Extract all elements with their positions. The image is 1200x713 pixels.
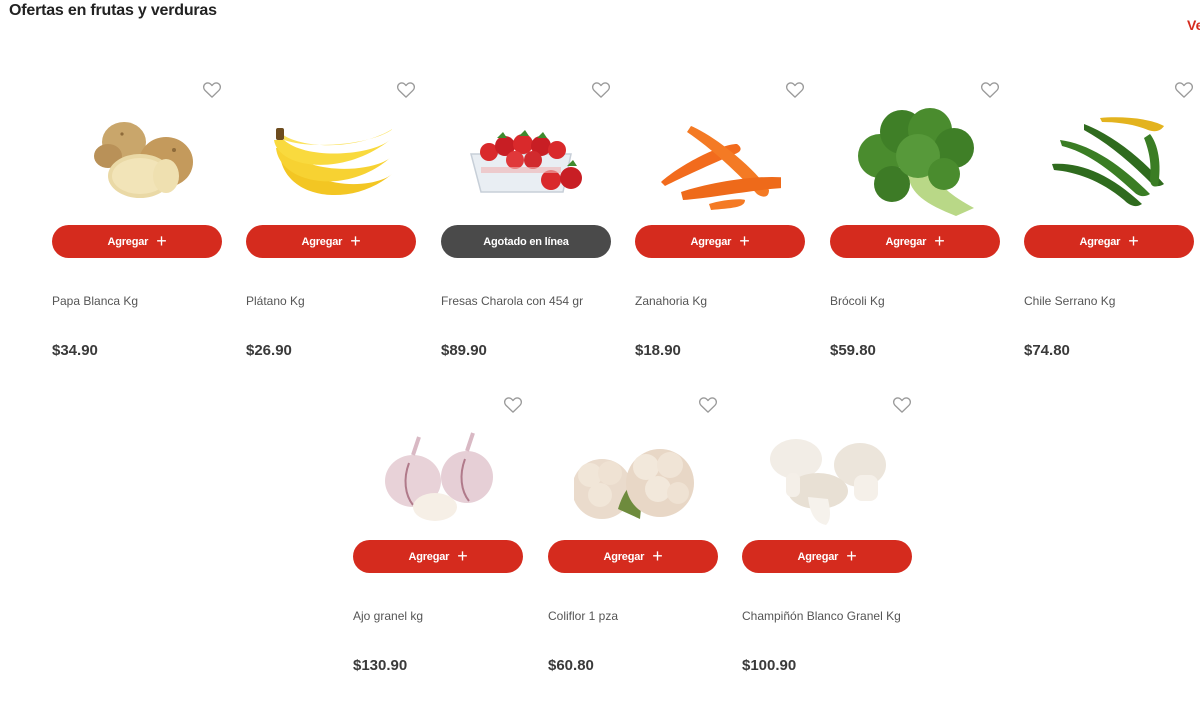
add-button-label: Agregar [797, 550, 839, 563]
heart-icon[interactable] [892, 395, 912, 415]
add-to-cart-button[interactable]: Agregar + [246, 225, 416, 258]
product-name[interactable]: Coliflor 1 pza [548, 609, 618, 623]
product-image-chili[interactable] [1050, 104, 1170, 219]
plus-icon: + [457, 545, 468, 566]
add-to-cart-button[interactable]: Agregar + [742, 540, 912, 573]
heart-icon[interactable] [698, 395, 718, 415]
product-image-cauliflower[interactable] [574, 419, 694, 534]
product-price: $130.90 [353, 657, 408, 674]
heart-icon[interactable] [503, 395, 523, 415]
product-price: $60.80 [548, 657, 594, 674]
heart-icon[interactable] [785, 80, 805, 100]
product-price: $100.90 [742, 657, 797, 674]
heart-icon[interactable] [396, 80, 416, 100]
product-image-mushroom[interactable] [768, 419, 888, 534]
product-card-potato[interactable]: Agregar + Papa Blanca Kg $34.90 [52, 80, 224, 380]
heart-icon[interactable] [980, 80, 1000, 100]
plus-icon: + [156, 230, 167, 251]
section-title: Ofertas en frutas y verduras [9, 2, 217, 19]
add-to-cart-button[interactable]: Agregar + [52, 225, 222, 258]
add-button-label: Agregar [603, 550, 645, 563]
see-all-link[interactable]: Ve [1187, 17, 1200, 33]
product-name[interactable]: Fresas Charola con 454 gr [441, 294, 583, 308]
product-name[interactable]: Zanahoria Kg [635, 294, 707, 308]
product-card-carrot[interactable]: Agregar + Zanahoria Kg $18.90 [635, 80, 807, 380]
product-card-cauliflower[interactable]: Agregar + Coliflor 1 pza $60.80 [548, 395, 720, 695]
plus-icon: + [846, 545, 857, 566]
product-name[interactable]: Papa Blanca Kg [52, 294, 138, 308]
product-name[interactable]: Brócoli Kg [830, 294, 885, 308]
add-button-label: Agregar [301, 235, 343, 248]
add-button-label: Agregar [885, 235, 927, 248]
product-name[interactable]: Chile Serrano Kg [1024, 294, 1115, 308]
product-card-mushroom[interactable]: Agregar + Champiñón Blanco Granel Kg $10… [742, 395, 914, 695]
plus-icon: + [350, 230, 361, 251]
product-name[interactable]: Champiñón Blanco Granel Kg [742, 609, 901, 623]
product-price: $26.90 [246, 342, 292, 359]
product-image-strawberry[interactable] [467, 104, 587, 219]
product-image-carrot[interactable] [661, 104, 781, 219]
heart-icon[interactable] [202, 80, 222, 100]
add-button-label: Agregar [107, 235, 149, 248]
product-card-garlic[interactable]: Agregar + Ajo granel kg $130.90 [353, 395, 525, 695]
add-to-cart-button[interactable]: Agregar + [830, 225, 1000, 258]
product-price: $18.90 [635, 342, 681, 359]
heart-icon[interactable] [591, 80, 611, 100]
add-to-cart-button[interactable]: Agregar + [353, 540, 523, 573]
product-card-broccoli[interactable]: Agregar + Brócoli Kg $59.80 [830, 80, 1002, 380]
heart-icon[interactable] [1174, 80, 1194, 100]
plus-icon: + [934, 230, 945, 251]
add-to-cart-button[interactable]: Agregar + [1024, 225, 1194, 258]
product-image-broccoli[interactable] [856, 104, 976, 219]
product-price: $89.90 [441, 342, 487, 359]
product-card-strawberry[interactable]: Agotado en línea Fresas Charola con 454 … [441, 80, 613, 380]
product-price: $74.80 [1024, 342, 1070, 359]
product-name[interactable]: Plátano Kg [246, 294, 305, 308]
add-button-label: Agregar [1079, 235, 1121, 248]
plus-icon: + [739, 230, 750, 251]
product-price: $34.90 [52, 342, 98, 359]
plus-icon: + [652, 545, 663, 566]
product-image-potato[interactable] [78, 104, 198, 219]
add-button-label: Agregar [690, 235, 732, 248]
product-name[interactable]: Ajo granel kg [353, 609, 423, 623]
plus-icon: + [1128, 230, 1139, 251]
add-to-cart-button[interactable]: Agregar + [548, 540, 718, 573]
add-button-label: Agregar [408, 550, 450, 563]
product-card-chili[interactable]: Agregar + Chile Serrano Kg $74.80 [1024, 80, 1196, 380]
sold-out-label: Agotado en línea [483, 235, 569, 248]
product-image-garlic[interactable] [379, 419, 499, 534]
add-to-cart-button[interactable]: Agregar + [635, 225, 805, 258]
product-image-banana[interactable] [272, 104, 392, 219]
product-card-banana[interactable]: Agregar + Plátano Kg $26.90 [246, 80, 418, 380]
sold-out-button[interactable]: Agotado en línea [441, 225, 611, 258]
product-price: $59.80 [830, 342, 876, 359]
